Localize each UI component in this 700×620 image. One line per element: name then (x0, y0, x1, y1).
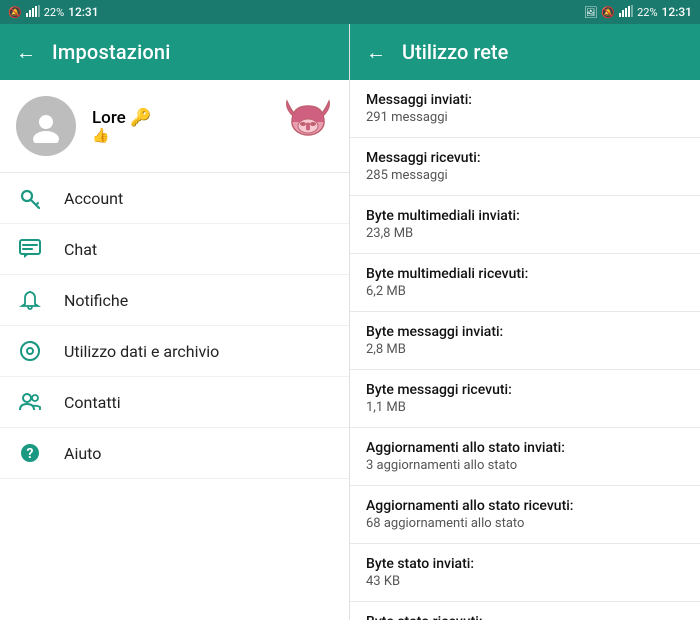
usage-item-7: Aggiornamenti allo stato ricevuti: 68 ag… (350, 486, 700, 544)
menu-item-chat[interactable]: Chat (0, 224, 349, 275)
usage-value-2: 23,8 MB (366, 226, 684, 241)
usage-label-2: Byte multimediali inviati: (366, 208, 684, 224)
left-panel-title: Impostazioni (52, 40, 171, 64)
bell-icon (16, 289, 44, 311)
screenshot-icon: 🖼 (583, 6, 597, 19)
profile-name: Lore 🔑 (92, 108, 151, 128)
usage-label-0: Messaggi inviati: (366, 92, 684, 108)
menu-item-utilizzo[interactable]: Utilizzo dati e archivio (0, 326, 349, 377)
mute-icon-right: 🔕 (601, 6, 615, 19)
status-bar: 🔕 22% 12:31 🖼 🔕 22% 12:31 (0, 0, 700, 24)
utilizzo-label: Utilizzo dati e archivio (64, 342, 219, 361)
chat-label: Chat (64, 240, 97, 259)
profile-status: 👍 (92, 128, 151, 144)
menu-item-account[interactable]: Account (0, 173, 349, 224)
usage-item-6: Aggiornamenti allo stato inviati: 3 aggi… (350, 428, 700, 486)
settings-menu: Account Chat (0, 173, 349, 620)
usage-value-7: 68 aggiornamenti allo stato (366, 516, 684, 531)
svg-text:?: ? (27, 446, 34, 462)
usage-value-8: 43 KB (366, 574, 684, 589)
contatti-label: Contatti (64, 393, 121, 412)
menu-item-contatti[interactable]: Contatti (0, 377, 349, 428)
usage-value-4: 2,8 MB (366, 342, 684, 357)
usage-item-5: Byte messaggi ricevuti: 1,1 MB (350, 370, 700, 428)
profile-info: Lore 🔑 👍 (92, 108, 151, 144)
usage-value-5: 1,1 MB (366, 400, 684, 415)
usage-value-3: 6,2 MB (366, 284, 684, 299)
usage-label-9: Byte stato ricevuti: (366, 614, 684, 620)
content-area: ← Impostazioni Lore 🔑 👍 (0, 24, 700, 620)
profile-section[interactable]: Lore 🔑 👍 (0, 80, 349, 173)
right-panel: ← Utilizzo rete Messaggi inviati: 291 me… (350, 24, 700, 620)
status-bar-right: 🖼 🔕 22% 12:31 (350, 5, 700, 20)
notifiche-label: Notifiche (64, 291, 128, 310)
right-header: ← Utilizzo rete (350, 24, 700, 80)
mute-icon-left: 🔕 (8, 6, 22, 19)
time-left: 12:31 (68, 5, 98, 19)
usage-label-8: Byte stato inviati: (366, 556, 684, 572)
battery-left: 22% (44, 6, 64, 19)
usage-list: Messaggi inviati: 291 messaggi Messaggi … (350, 80, 700, 620)
usage-item-1: Messaggi ricevuti: 285 messaggi (350, 138, 700, 196)
usage-item-3: Byte multimediali ricevuti: 6,2 MB (350, 254, 700, 312)
key-icon (16, 187, 44, 209)
data-icon (16, 340, 44, 362)
help-icon: ? (16, 442, 44, 464)
usage-label-3: Byte multimediali ricevuti: (366, 266, 684, 282)
usage-item-0: Messaggi inviati: 291 messaggi (350, 80, 700, 138)
viking-sticker (283, 96, 333, 156)
time-right: 12:31 (662, 5, 692, 19)
usage-label-6: Aggiornamenti allo stato inviati: (366, 440, 684, 456)
usage-item-2: Byte multimediali inviati: 23,8 MB (350, 196, 700, 254)
right-panel-title: Utilizzo rete (402, 40, 508, 64)
people-icon (16, 391, 44, 413)
back-button-right[interactable]: ← (366, 40, 386, 65)
left-panel: ← Impostazioni Lore 🔑 👍 (0, 24, 350, 620)
usage-item-4: Byte messaggi inviati: 2,8 MB (350, 312, 700, 370)
menu-item-notifiche[interactable]: Notifiche (0, 275, 349, 326)
usage-value-6: 3 aggiornamenti allo stato (366, 458, 684, 473)
usage-value-0: 291 messaggi (366, 110, 684, 125)
signal-icon-left (26, 5, 40, 20)
usage-item-8: Byte stato inviati: 43 KB (350, 544, 700, 602)
aiuto-label: Aiuto (64, 444, 101, 463)
menu-item-aiuto[interactable]: ? Aiuto (0, 428, 349, 479)
back-button-left[interactable]: ← (16, 40, 36, 65)
avatar (16, 96, 76, 156)
usage-label-4: Byte messaggi inviati: (366, 324, 684, 340)
left-header: ← Impostazioni (0, 24, 349, 80)
account-label: Account (64, 189, 123, 208)
usage-label-1: Messaggi ricevuti: (366, 150, 684, 166)
usage-label-5: Byte messaggi ricevuti: (366, 382, 684, 398)
usage-label-7: Aggiornamenti allo stato ricevuti: (366, 498, 684, 514)
status-bar-left: 🔕 22% 12:31 (0, 5, 350, 20)
chat-icon (16, 238, 44, 260)
signal-icon-right (619, 5, 633, 20)
usage-item-9: Byte stato ricevuti: (350, 602, 700, 620)
usage-value-1: 285 messaggi (366, 168, 684, 183)
battery-right: 22% (637, 6, 657, 19)
